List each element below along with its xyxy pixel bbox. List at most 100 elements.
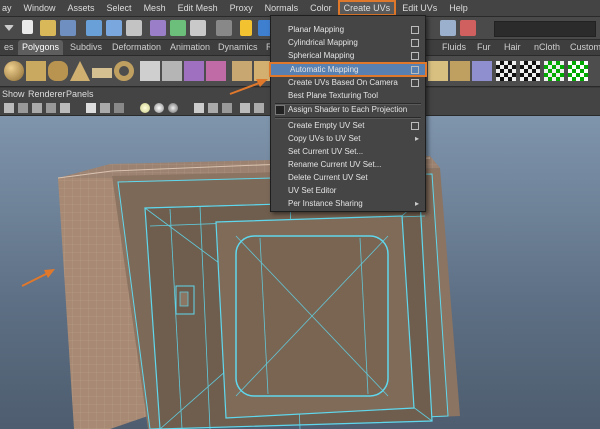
image-plane-icon[interactable] [46, 103, 56, 113]
menu-create-uvs[interactable]: Create UVs [337, 0, 397, 16]
menu-item-copy-uvs-to-uv-set[interactable]: Copy UVs to UV Set ▸ [271, 132, 425, 145]
grid-icon[interactable] [18, 103, 28, 113]
menu-play[interactable]: ay [0, 0, 18, 16]
tab-ncloth[interactable]: nCloth [530, 40, 564, 55]
poly-cone-icon[interactable] [70, 61, 90, 81]
xray-joints-icon[interactable] [222, 103, 232, 113]
checker-icon[interactable] [496, 61, 516, 81]
menu-proxy[interactable]: Proxy [224, 0, 259, 16]
new-scene-icon[interactable] [22, 20, 33, 34]
resolution-gate-icon[interactable] [240, 103, 250, 113]
open-scene-icon[interactable] [40, 20, 56, 36]
option-box-icon[interactable] [411, 52, 419, 60]
dropdown-arrow-icon[interactable] [4, 25, 14, 31]
combine-icon[interactable] [140, 61, 160, 81]
select-by-hierarchy-icon[interactable] [86, 20, 102, 36]
tab-polygons[interactable]: Polygons [18, 40, 64, 55]
annotation-arrow [21, 269, 55, 287]
option-box-icon[interactable] [411, 26, 419, 34]
render-icon[interactable] [460, 20, 476, 36]
poly-plane-icon[interactable] [92, 68, 112, 78]
panel-menu-show[interactable]: Show [2, 88, 25, 101]
poly-cube-icon[interactable] [26, 61, 46, 81]
shadow-icon[interactable] [154, 103, 164, 113]
option-box-icon[interactable] [411, 66, 419, 74]
checker-2-icon[interactable] [520, 61, 540, 81]
smooth-icon[interactable] [184, 61, 204, 81]
menu-edit-uvs[interactable]: Edit UVs [396, 0, 443, 16]
checkbox-icon[interactable] [275, 105, 285, 115]
menu-item-create-empty-uv-set[interactable]: Create Empty UV Set [271, 119, 425, 132]
xray-icon[interactable] [194, 103, 204, 113]
panel-menu-renderer[interactable]: Renderer [28, 88, 66, 101]
tab-hair[interactable]: Hair [500, 40, 525, 55]
mask-edge-icon[interactable] [170, 20, 186, 36]
menu-item-uv-set-editor[interactable]: UV Set Editor [271, 184, 425, 197]
tab-deformation[interactable]: Deformation [108, 40, 165, 55]
mask-face-icon[interactable] [190, 20, 206, 36]
poly-sphere-icon[interactable] [4, 61, 24, 81]
poly-cylinder-icon[interactable] [48, 61, 68, 81]
uv-cylindrical-icon[interactable] [450, 61, 470, 81]
menu-item-automatic-mapping[interactable]: Automatic Mapping [269, 62, 427, 77]
camera-icon[interactable] [4, 103, 14, 113]
panel-menu-panels[interactable]: Panels [66, 88, 94, 101]
save-scene-icon[interactable] [60, 20, 76, 36]
tab-subdivs[interactable]: Subdivs [66, 40, 106, 55]
ambient-occlusion-icon[interactable] [168, 103, 178, 113]
menu-item-best-plane-texturing-tool[interactable]: Best Plane Texturing Tool [271, 89, 425, 102]
menu-normals[interactable]: Normals [259, 0, 305, 16]
select-by-component-icon[interactable] [126, 20, 142, 36]
poly-torus-icon[interactable] [114, 61, 134, 81]
mask-vertex-icon[interactable] [150, 20, 166, 36]
menu-item-planar-mapping[interactable]: Planar Mapping [271, 23, 425, 36]
two-d-pan-icon[interactable] [60, 103, 70, 113]
lighting-icon[interactable] [140, 103, 150, 113]
checker-3-icon[interactable] [544, 61, 564, 81]
submenu-arrow-icon: ▸ [414, 134, 419, 143]
menu-item-create-uvs-based-on-camera[interactable]: Create UVs Based On Camera [271, 76, 425, 89]
tab-fluids[interactable]: Fluids [438, 40, 470, 55]
separate-icon[interactable] [162, 61, 182, 81]
menu-help[interactable]: Help [443, 0, 474, 16]
wireframe-icon[interactable] [86, 103, 96, 113]
tab-dynamics[interactable]: Dynamics [214, 40, 262, 55]
menu-item-per-instance-sharing[interactable]: Per Instance Sharing ▸ [271, 197, 425, 210]
select-by-object-icon[interactable] [106, 20, 122, 36]
submenu-arrow-icon: ▸ [414, 199, 419, 208]
menu-item-assign-shader-to-each-projection[interactable]: Assign Shader to Each Projection [271, 103, 425, 116]
smooth-shade-icon[interactable] [100, 103, 110, 113]
gate-mask-icon[interactable] [254, 103, 264, 113]
tab-rendering-partial[interactable]: es [0, 40, 18, 55]
menu-item-spherical-mapping[interactable]: Spherical Mapping [271, 49, 425, 62]
menu-annotation-arrow [229, 79, 268, 95]
menu-item-set-current-uv-set[interactable]: Set Current UV Set... [271, 145, 425, 158]
option-box-icon[interactable] [411, 122, 419, 130]
tab-fur[interactable]: Fur [473, 40, 495, 55]
command-input[interactable] [494, 21, 596, 37]
textured-icon[interactable] [114, 103, 124, 113]
uv-spherical-icon[interactable] [472, 61, 492, 81]
menu-item-cylindrical-mapping[interactable]: Cylindrical Mapping [271, 36, 425, 49]
menu-item-delete-current-uv-set[interactable]: Delete Current UV Set [271, 171, 425, 184]
extrude-icon[interactable] [206, 61, 226, 81]
snap-grid-icon[interactable] [216, 20, 232, 36]
menu-item-rename-current-uv-set[interactable]: Rename Current UV Set... [271, 158, 425, 171]
uv-planar-icon[interactable] [428, 61, 448, 81]
tab-custom[interactable]: Custom [566, 40, 600, 55]
option-box-icon[interactable] [411, 79, 419, 87]
isolate-icon[interactable] [208, 103, 218, 113]
checker-4-icon[interactable] [568, 61, 588, 81]
menu-color[interactable]: Color [304, 0, 338, 16]
menu-mesh[interactable]: Mesh [138, 0, 172, 16]
menu-window[interactable]: Window [18, 0, 62, 16]
menu-edit-mesh[interactable]: Edit Mesh [172, 0, 224, 16]
bookmark-icon[interactable] [32, 103, 42, 113]
create-uvs-menu: Planar Mapping Cylindrical Mapping Spher… [269, 15, 427, 212]
option-box-icon[interactable] [411, 39, 419, 47]
lock-icon[interactable] [240, 20, 252, 36]
menu-assets[interactable]: Assets [62, 0, 101, 16]
history-icon[interactable] [440, 20, 456, 36]
menu-select[interactable]: Select [101, 0, 138, 16]
tab-animation[interactable]: Animation [166, 40, 214, 55]
